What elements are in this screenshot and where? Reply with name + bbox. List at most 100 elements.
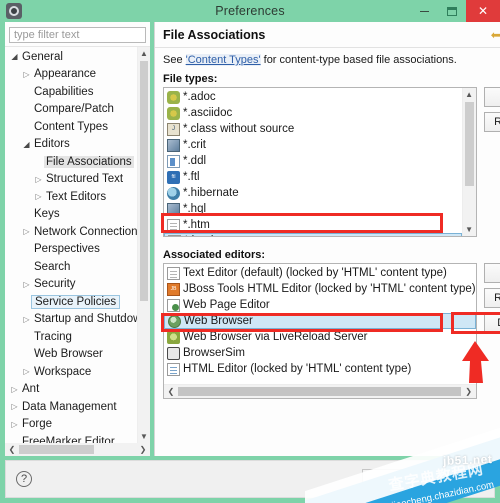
sidebar-item-workspace[interactable]: ▷ Workspace [5,363,137,381]
list-item[interactable]: HTML Editor (locked by 'HTML' content ty… [164,361,476,377]
scroll-down-icon[interactable]: ▼ [463,223,476,236]
maximize-button[interactable] [438,0,466,22]
list-item[interactable]: Web Page Editor [164,297,476,313]
list-item[interactable]: JB JBoss Tools HTML Editor (locked by 'HT… [164,281,476,297]
sidebar-item-compare-patch[interactable]: Compare/Patch [5,100,137,118]
scroll-right-icon[interactable]: ❯ [462,387,476,396]
sidebar-item-data-management[interactable]: ▷ Data Management [5,398,137,416]
list-item-label: *.class without source [183,123,295,135]
scroll-up-icon[interactable]: ▲ [463,88,476,101]
sidebar-item-security[interactable]: ▷ Security [5,275,137,293]
sidebar-item-service-policies[interactable]: Service Policies [5,293,137,311]
tree-expanded-arrow-icon[interactable]: ◢ [21,140,32,149]
sidebar-item-content-types[interactable]: Content Types [5,118,137,136]
associated-editors-add-button[interactable]: Add... [483,263,500,283]
phone-icon [167,346,180,360]
file-types-items[interactable]: *.adoc *.asciidoc J *.class without source *… [164,88,462,236]
associated-editors-default-button[interactable]: Default [483,313,500,333]
tree-collapsed-arrow-icon[interactable]: ▷ [21,367,32,376]
file-types-vertical-scrollbar[interactable]: ▲ ▼ [461,88,476,236]
list-item[interactable]: *.hibernate [164,185,462,201]
list-item-label: *.ftl [183,171,200,183]
associated-editors-items[interactable]: Text Editor (default) (locked by 'HTML' … [164,264,476,384]
tree-expanded-arrow-icon[interactable]: ◢ [9,52,20,61]
file-types-list[interactable]: *.adoc *.asciidoc J *.class without source *… [163,87,477,237]
tree-vertical-scrollbar[interactable]: ▲ ▼ [137,46,151,443]
file-types-add-button[interactable]: Add... [483,87,500,107]
tree-collapsed-arrow-icon[interactable]: ▷ [21,315,32,324]
sidebar-item-keys[interactable]: Keys [5,205,137,223]
filter-input[interactable]: type filter text [9,27,146,43]
list-item[interactable]: Web Browser [164,313,476,329]
list-item[interactable]: Text Editor (default) (locked by 'HTML' … [164,265,476,281]
associated-editors-horizontal-scrollbar[interactable]: ❮ ❯ [164,384,476,398]
scroll-down-icon[interactable]: ▼ [138,430,151,443]
content-types-link[interactable]: 'Content Types' [185,54,261,66]
sidebar-item-text-editors[interactable]: ▷ Text Editors [5,188,137,206]
scrollbar-thumb-h[interactable] [178,387,461,396]
sidebar-item-forge[interactable]: ▷ Forge [5,415,137,433]
sidebar-item-structured-text[interactable]: ▷ Structured Text [5,170,137,188]
file-types-label: File types: [163,73,218,85]
sidebar-item-network-connections[interactable]: ▷ Network Connections [5,223,137,241]
tree-horizontal-scrollbar[interactable]: ❮ ❯ [5,443,150,456]
scroll-right-icon[interactable]: ❯ [136,445,150,454]
tree-collapsed-arrow-icon[interactable]: ▷ [21,227,32,236]
scroll-left-icon[interactable]: ❮ [164,387,178,396]
list-item[interactable]: *.adoc [164,89,462,105]
sidebar-item-label: Search [34,260,71,273]
sidebar-item-tracing[interactable]: Tracing [5,328,137,346]
list-item[interactable]: Web Browser via LiveReload Server [164,329,476,345]
tree-collapsed-arrow-icon[interactable]: ▷ [21,280,32,289]
list-item[interactable]: *.ddl [164,153,462,169]
sidebar-item-label: Compare/Patch [34,103,114,116]
sidebar-item-ant[interactable]: ▷ Ant [5,380,137,398]
list-item[interactable]: J *.class without source [164,121,462,137]
list-item[interactable]: *.htm [164,217,462,233]
title-bar: Preferences ✕ [0,0,500,22]
apply-and-close-button[interactable] [362,468,420,490]
tree-collapsed-arrow-icon[interactable]: ▷ [33,192,44,201]
associated-editors-list[interactable]: Text Editor (default) (locked by 'HTML' … [163,263,477,399]
sidebar-item-web-browser[interactable]: Web Browser [5,345,137,363]
sidebar-item-capabilities[interactable]: Capabilities [5,83,137,101]
scroll-up-icon[interactable]: ▲ [138,47,151,60]
doc-icon [167,266,180,280]
list-item[interactable]: *.hql [164,201,462,217]
sidebar-item-label: Startup and Shutdown [34,313,137,326]
sidebar-item-appearance[interactable]: ▷ Appearance [5,65,137,83]
list-item[interactable]: ftl *.ftl [164,169,462,185]
jboss-icon: JB [167,282,180,296]
dialog-content: type filter text ◢ General ▷ Appearance Capa… [0,22,500,456]
scroll-left-icon[interactable]: ❮ [5,445,19,454]
sidebar-item-startup-and-shutdown[interactable]: ▷ Startup and Shutdown [5,310,137,328]
tree-collapsed-arrow-icon[interactable]: ▷ [9,402,20,411]
scrollbar-thumb[interactable] [464,102,474,186]
tree-collapsed-arrow-icon[interactable]: ▷ [9,385,20,394]
sidebar-item-freemarker-editor[interactable]: FreeMarker Editor [5,433,137,443]
question-mark-icon[interactable]: ? [16,471,32,487]
close-icon: ✕ [477,4,489,18]
sidebar-item-general[interactable]: ◢ General [5,48,137,66]
file-types-remove-button[interactable]: Remove [483,112,500,132]
tree-collapsed-arrow-icon[interactable]: ▷ [21,70,32,79]
sidebar-item-search[interactable]: Search [5,258,137,276]
scrollbar-thumb-h[interactable] [19,445,94,454]
sidebar-item-perspectives[interactable]: Perspectives [5,240,137,258]
list-item[interactable]: BrowserSim [164,345,476,361]
minimize-button[interactable] [410,0,438,22]
sidebar-item-editors[interactable]: ◢ Editors [5,135,137,153]
tree-collapsed-arrow-icon[interactable]: ▷ [9,420,20,429]
sidebar-item-file-associations[interactable]: File Associations [5,153,137,171]
list-item[interactable]: *.crit [164,137,462,153]
associated-editors-remove-button[interactable]: Remove [483,288,500,308]
arrow-back-icon[interactable]: ⬅ [491,29,500,41]
preferences-tree[interactable]: ◢ General ▷ Appearance Capabilities Compare/P… [5,47,137,443]
scrollbar-thumb[interactable] [140,60,148,301]
html-icon [167,362,180,376]
list-item[interactable]: *.asciidoc [164,105,462,121]
list-item[interactable]: *.html [164,233,462,236]
tree-collapsed-arrow-icon[interactable]: ▷ [33,175,44,184]
close-button[interactable]: ✕ [466,0,500,22]
cancel-button[interactable] [426,468,484,490]
